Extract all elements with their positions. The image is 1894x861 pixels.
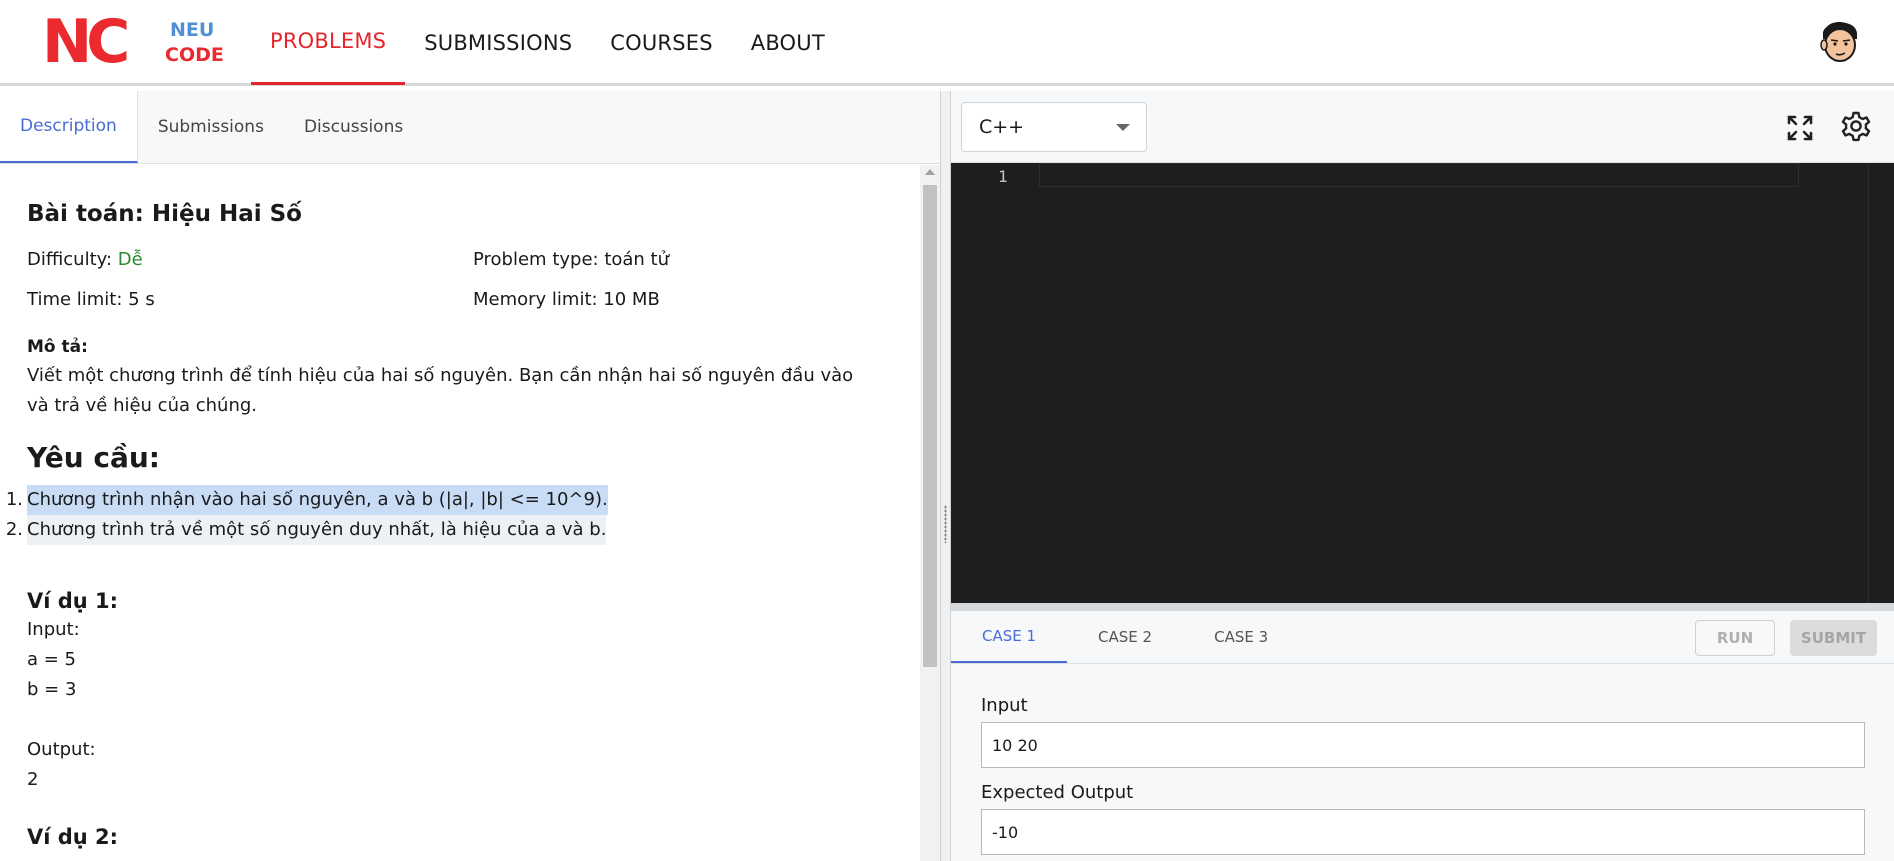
list-number: 1. <box>5 489 23 510</box>
line-number: 1 <box>998 167 1008 186</box>
divider <box>951 663 1894 664</box>
editor-toolbar: C++ <box>951 91 1894 163</box>
run-button[interactable]: RUN <box>1695 620 1775 656</box>
code-editor[interactable]: 1 <box>951 163 1894 603</box>
nav-submissions[interactable]: SUBMISSIONS <box>405 0 591 86</box>
problem-tabs: Description Submissions Discussions <box>0 91 940 164</box>
example-input-b: b = 3 <box>27 679 77 700</box>
example-output-label: Output: <box>27 739 96 760</box>
memory-limit: Memory limit: 10 MB <box>473 289 660 310</box>
main-nav: PROBLEMS SUBMISSIONS COURSES ABOUT <box>251 0 844 86</box>
list-number: 2. <box>5 519 23 540</box>
testcase-panel: CASE 1 CASE 2 CASE 3 RUN SUBMIT Input 10… <box>951 611 1894 861</box>
current-line-highlight <box>1039 163 1799 187</box>
language-select[interactable]: C++ <box>961 102 1147 152</box>
example-output-value: 2 <box>27 769 39 790</box>
logo-initials: NC <box>44 12 127 70</box>
nav-about[interactable]: ABOUT <box>732 0 844 86</box>
difficulty-label: Difficulty: <box>27 249 113 270</box>
editor-scrollbar[interactable] <box>1868 163 1880 603</box>
expected-output-label: Expected Output <box>981 782 1134 803</box>
problem-panel: Description Submissions Discussions Bài … <box>0 91 940 861</box>
input-label: Input <box>981 695 1028 716</box>
description-line: và trả về hiệu của chúng. <box>27 395 258 416</box>
logo-word-code: CODE <box>165 44 224 66</box>
panel-resizer[interactable] <box>940 91 951 861</box>
description-text: Viết một chương trình để tính hiệu của h… <box>27 361 897 421</box>
top-header: NC NEU CODE PROBLEMS SUBMISSIONS COURSES… <box>0 0 1894 86</box>
scrollbar-thumb[interactable] <box>923 185 937 667</box>
problem-title: Bài toán: Hiệu Hai Số <box>27 201 302 227</box>
example-1-heading: Ví dụ 1: <box>27 589 119 613</box>
requirements-heading: Yêu cầu: <box>27 441 160 474</box>
example-input-label: Input: <box>27 619 80 640</box>
testcase-tabs: CASE 1 CASE 2 CASE 3 <box>951 611 1299 663</box>
content-scrollbar[interactable] <box>920 165 940 861</box>
language-value: C++ <box>979 116 1025 138</box>
submit-button[interactable]: SUBMIT <box>1790 620 1877 656</box>
requirements-list: 1. Chương trình nhận vào hai số nguyên, … <box>0 485 608 545</box>
chevron-down-icon <box>1116 124 1130 131</box>
nav-problems[interactable]: PROBLEMS <box>251 0 406 85</box>
fullscreen-icon[interactable] <box>1785 113 1815 143</box>
user-avatar[interactable] <box>1817 17 1861 65</box>
time-limit: Time limit: 5 s <box>27 289 155 310</box>
list-item: 2. Chương trình trả về một số nguyên duy… <box>0 515 608 545</box>
description-heading: Mô tả: <box>27 337 88 357</box>
requirement-text: Chương trình trả về một số nguyên duy nh… <box>27 515 607 545</box>
gear-icon[interactable] <box>1839 109 1873 143</box>
resize-grip-icon[interactable] <box>944 505 947 543</box>
neucode-logo[interactable]: NC NEU CODE <box>44 12 234 70</box>
logo-word-neu: NEU <box>170 19 214 41</box>
requirement-text: Chương trình nhận vào hai số nguyên, a v… <box>27 485 608 515</box>
tab-case-2[interactable]: CASE 2 <box>1067 611 1183 663</box>
list-item: 1. Chương trình nhận vào hai số nguyên, … <box>0 485 608 515</box>
input-field[interactable]: 10 20 <box>981 722 1865 768</box>
tab-case-1[interactable]: CASE 1 <box>951 611 1068 663</box>
description-line: Viết một chương trình để tính hiệu của h… <box>27 365 854 386</box>
problem-type: Problem type: toán tử <box>473 249 669 270</box>
expected-output-field[interactable]: -10 <box>981 809 1865 855</box>
example-2-heading: Ví dụ 2: <box>27 825 119 849</box>
problem-content: Bài toán: Hiệu Hai Số Difficulty: Dễ Pro… <box>0 165 920 861</box>
problem-type-label: Problem type: <box>473 249 599 270</box>
scroll-up-arrow[interactable] <box>925 169 935 175</box>
editor-tests-resizer[interactable] <box>951 603 1894 611</box>
problem-type-value: toán tử <box>604 249 670 270</box>
difficulty: Difficulty: Dễ <box>27 249 143 270</box>
tab-description[interactable]: Description <box>0 91 138 163</box>
tab-submissions[interactable]: Submissions <box>138 91 284 163</box>
tab-case-3[interactable]: CASE 3 <box>1183 611 1299 663</box>
example-input-a: a = 5 <box>27 649 77 670</box>
tab-discussions[interactable]: Discussions <box>284 91 423 163</box>
difficulty-value: Dễ <box>117 249 143 270</box>
nav-courses[interactable]: COURSES <box>591 0 731 86</box>
